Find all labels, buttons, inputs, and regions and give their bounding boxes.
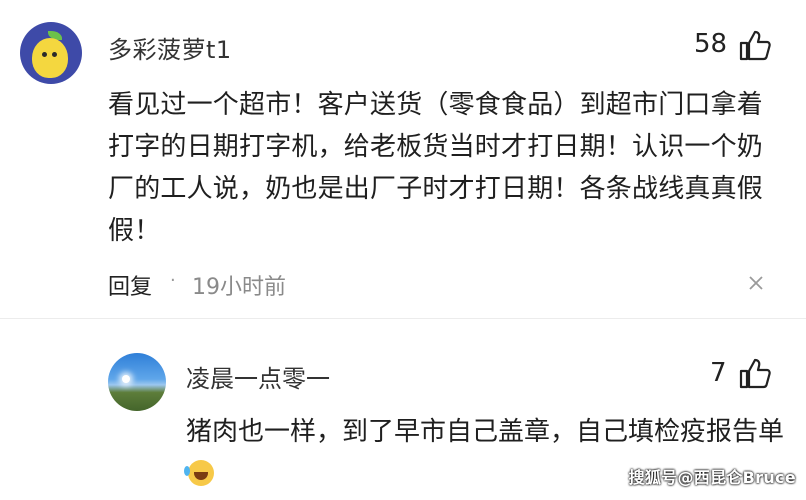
comment-time: 19小时前 bbox=[192, 275, 286, 300]
like-count: 58 bbox=[694, 29, 728, 59]
laughing-emoji-icon bbox=[184, 460, 214, 486]
avatar[interactable] bbox=[20, 22, 82, 84]
reply-avatar[interactable] bbox=[108, 353, 166, 411]
watermark: 搜狐号@西昆仑Bruce bbox=[628, 468, 796, 487]
reply-username[interactable]: 凌晨一点零一 bbox=[186, 359, 330, 394]
thumb-up-icon[interactable] bbox=[738, 357, 772, 389]
comment-username[interactable]: 多彩菠萝t1 bbox=[108, 30, 232, 65]
reply-like-count: 7 bbox=[710, 358, 727, 388]
divider bbox=[0, 318, 806, 319]
separator-dot: · bbox=[170, 270, 176, 291]
lemon-icon bbox=[32, 38, 68, 78]
reply-text-content: 猪肉也一样，到了早市自己盖章，自己填检疫报告单 bbox=[186, 417, 785, 447]
comment-text: 看见过一个超市！客户送货（零食食品）到超市门口拿着打字的日期打字机，给老板货当时… bbox=[108, 90, 764, 246]
reply-button[interactable]: 回复 bbox=[108, 269, 152, 301]
thumb-up-icon[interactable] bbox=[738, 29, 772, 61]
close-icon[interactable] bbox=[748, 275, 764, 291]
